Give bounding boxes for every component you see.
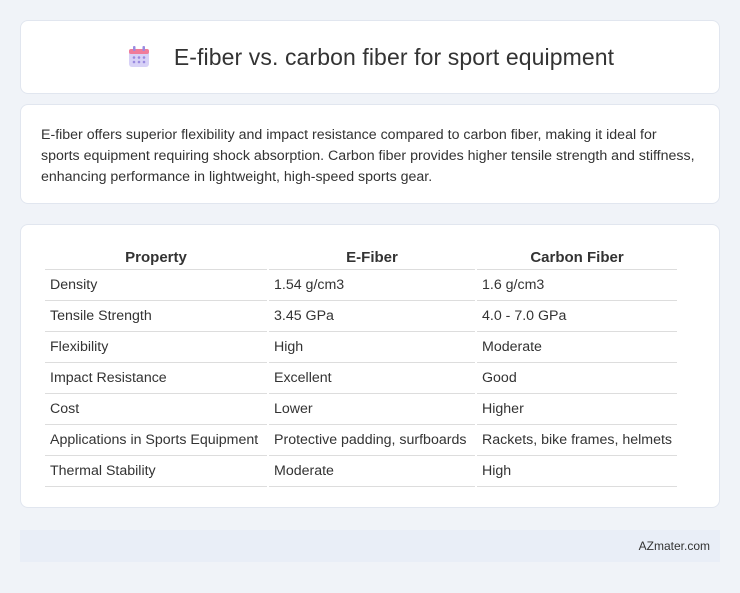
column-header-carbon-fiber: Carbon Fiber <box>477 245 678 270</box>
property-cell: Cost <box>45 394 267 425</box>
table-row: Flexibility High Moderate <box>45 332 678 363</box>
property-cell: Density <box>45 270 267 301</box>
e-fiber-cell: Excellent <box>269 363 475 394</box>
page-title: E-fiber vs. carbon fiber for sport equip… <box>173 43 615 70</box>
carbon-fiber-cell: 1.6 g/cm3 <box>477 270 678 301</box>
summary-card: E-fiber offers superior flexibility and … <box>20 104 720 204</box>
footer-site-label: AZmater.com <box>638 539 710 553</box>
footer: AZmater.com <box>20 530 720 562</box>
property-cell: Applications in Sports Equipment <box>45 425 267 456</box>
table-row: Thermal Stability Moderate High <box>45 456 678 487</box>
summary-text: E-fiber offers superior flexibility and … <box>41 127 695 185</box>
property-cell: Impact Resistance <box>45 363 267 394</box>
carbon-fiber-cell: 4.0 - 7.0 GPa <box>477 301 678 332</box>
carbon-fiber-cell: Higher <box>477 394 678 425</box>
carbon-fiber-cell: Moderate <box>477 332 678 363</box>
e-fiber-cell: 3.45 GPa <box>269 301 475 332</box>
e-fiber-cell: Moderate <box>269 456 475 487</box>
table-row: Tensile Strength 3.45 GPa 4.0 - 7.0 GPa <box>45 301 678 332</box>
table-row: Density 1.54 g/cm3 1.6 g/cm3 <box>45 270 678 301</box>
e-fiber-cell: High <box>269 332 475 363</box>
table-row: Cost Lower Higher <box>45 394 678 425</box>
carbon-fiber-cell: Good <box>477 363 678 394</box>
table-header-row: Property E-Fiber Carbon Fiber <box>45 245 678 270</box>
comparison-table: Property E-Fiber Carbon Fiber Density 1.… <box>43 245 679 487</box>
calendar-icon <box>126 44 152 70</box>
property-cell: Tensile Strength <box>45 301 267 332</box>
column-header-e-fiber: E-Fiber <box>269 245 475 270</box>
carbon-fiber-cell: Rackets, bike frames, helmets <box>477 425 678 456</box>
property-cell: Flexibility <box>45 332 267 363</box>
e-fiber-cell: 1.54 g/cm3 <box>269 270 475 301</box>
e-fiber-cell: Protective padding, surfboards <box>269 425 475 456</box>
column-header-property: Property <box>45 245 267 270</box>
comparison-table-card: Property E-Fiber Carbon Fiber Density 1.… <box>20 224 720 508</box>
table-row: Applications in Sports Equipment Protect… <box>45 425 678 456</box>
e-fiber-cell: Lower <box>269 394 475 425</box>
carbon-fiber-cell: High <box>477 456 678 487</box>
table-row: Impact Resistance Excellent Good <box>45 363 678 394</box>
title-card: E-fiber vs. carbon fiber for sport equip… <box>20 20 720 94</box>
property-cell: Thermal Stability <box>45 456 267 487</box>
